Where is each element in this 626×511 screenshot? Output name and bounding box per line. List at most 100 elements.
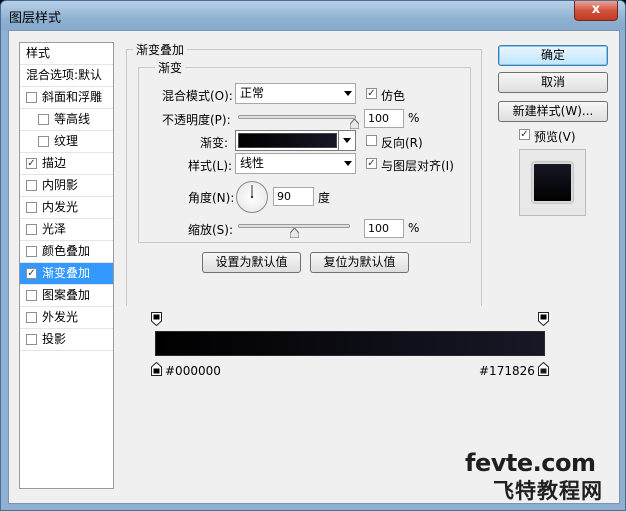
reverse-checkbox[interactable] — [366, 135, 377, 146]
angle-value: 90 — [277, 190, 291, 203]
dither-label: 仿色 — [381, 89, 406, 103]
gradient-label: 渐变: — [200, 136, 229, 150]
watermark-site-name: 飞特教程网 — [493, 479, 603, 503]
style-list-item-contour[interactable]: 等高线 — [20, 109, 113, 131]
style-list-checkbox[interactable] — [38, 114, 49, 125]
title-bar[interactable]: 图层样式 x — [1, 1, 625, 30]
dither-checkbox[interactable]: ✓ — [366, 88, 377, 99]
chevron-down-icon — [344, 161, 352, 166]
opacity-stop-right[interactable] — [538, 312, 549, 326]
scale-unit: % — [408, 221, 420, 235]
preview-checkbox[interactable]: ✓ — [519, 129, 530, 140]
style-list-checkbox[interactable] — [38, 136, 49, 147]
opacity-value: 100 — [368, 112, 389, 125]
color-stop-right[interactable] — [538, 362, 549, 376]
gradient-style-value: 线性 — [240, 156, 265, 170]
align-with-layer-checkbox[interactable]: ✓ — [366, 158, 377, 169]
style-list-item-label: 样式 — [26, 46, 51, 60]
style-list-item-styles[interactable]: 样式 — [20, 43, 113, 65]
reverse-label: 反向(R) — [381, 136, 423, 150]
make-default-button[interactable]: 设置为默认值 — [202, 252, 301, 273]
ok-button[interactable]: 确定 — [498, 45, 608, 66]
style-list-item-inner-shadow[interactable]: 内阴影 — [20, 175, 113, 197]
gradient-preview-swatch[interactable] — [238, 133, 337, 148]
opacity-stop-left[interactable] — [151, 312, 162, 326]
style-list-checkbox[interactable] — [26, 334, 37, 345]
blend-mode-select[interactable]: 正常 — [235, 83, 356, 104]
style-preview — [519, 149, 586, 216]
checkmark-icon: ✓ — [367, 158, 376, 169]
scale-input[interactable]: 100 — [364, 219, 404, 238]
opacity-slider-thumb[interactable] — [350, 119, 359, 129]
checkmark-icon: ✓ — [367, 88, 376, 99]
opacity-input[interactable]: 100 — [364, 109, 404, 128]
start-color-label: #000000 — [165, 364, 221, 378]
style-list-item-label: 投影 — [42, 332, 67, 346]
style-list-checkbox[interactable] — [26, 202, 37, 213]
style-list-item-label: 光泽 — [42, 222, 67, 236]
style-list-item-label: 等高线 — [54, 112, 91, 126]
style-list-checkbox[interactable] — [26, 312, 37, 323]
chevron-down-icon — [344, 91, 352, 96]
angle-input[interactable]: 90 — [273, 187, 314, 206]
cancel-button[interactable]: 取消 — [498, 72, 608, 93]
watermark-site: fevte.com — [465, 449, 596, 477]
end-color-label: #171826 — [479, 364, 535, 378]
scale-slider-thumb[interactable] — [290, 228, 299, 238]
chevron-down-icon — [343, 138, 351, 143]
preview-label: 预览(V) — [534, 130, 576, 144]
style-list-checkbox[interactable] — [26, 246, 37, 257]
gradient-dropdown-button[interactable] — [338, 131, 355, 150]
opacity-unit: % — [408, 111, 420, 125]
style-list-checkbox[interactable] — [26, 92, 37, 103]
angle-dial-needle-icon — [250, 185, 254, 199]
style-list-item-label: 内阴影 — [42, 178, 79, 192]
color-stop-left[interactable] — [151, 362, 162, 376]
style-list-item-stroke[interactable]: ✓ 描边 — [20, 153, 113, 175]
style-list-checkbox[interactable]: ✓ — [26, 268, 37, 279]
style-list-item-drop-shadow[interactable]: 投影 — [20, 329, 113, 351]
style-list-item-outer-glow[interactable]: 外发光 — [20, 307, 113, 329]
style-list-item-label: 混合选项:默认 — [26, 68, 103, 82]
checkmark-icon: ✓ — [520, 129, 529, 140]
layer-style-dialog: 图层样式 x 样式混合选项:默认斜面和浮雕等高线纹理 ✓ 描边内阴影内发光光泽颜色叠… — [0, 0, 626, 511]
style-list-item-label: 纹理 — [54, 134, 79, 148]
reset-default-button[interactable]: 复位为默认值 — [310, 252, 409, 273]
style-list-item-label: 斜面和浮雕 — [42, 90, 103, 104]
style-list-checkbox[interactable] — [26, 224, 37, 235]
opacity-label: 不透明度(P): — [162, 113, 231, 127]
window-title: 图层样式 — [9, 11, 62, 26]
gradient-style-select[interactable]: 线性 — [235, 153, 356, 174]
style-list-item-satin[interactable]: 光泽 — [20, 219, 113, 241]
style-list-item-texture[interactable]: 纹理 — [20, 131, 113, 153]
style-list-checkbox[interactable] — [26, 290, 37, 301]
gradient-overlay-title: 渐变叠加 — [133, 41, 188, 58]
style-list-checkbox[interactable]: ✓ — [26, 158, 37, 169]
opacity-slider-track[interactable] — [238, 115, 356, 119]
style-list-item-bevel-emboss[interactable]: 斜面和浮雕 — [20, 87, 113, 109]
blend-mode-label: 混合模式(O): — [162, 89, 233, 103]
style-list-checkbox[interactable] — [26, 180, 37, 191]
angle-label: 角度(N): — [188, 191, 235, 205]
gradient-bar[interactable] — [155, 331, 545, 356]
style-list: 样式混合选项:默认斜面和浮雕等高线纹理 ✓ 描边内阴影内发光光泽颜色叠加 ✓ 渐变叠加图… — [19, 42, 114, 489]
scale-label: 缩放(S): — [188, 223, 234, 237]
style-list-item-label: 渐变叠加 — [42, 266, 91, 280]
blend-mode-value: 正常 — [240, 86, 265, 100]
dialog-client-area: 样式混合选项:默认斜面和浮雕等高线纹理 ✓ 描边内阴影内发光光泽颜色叠加 ✓ 渐变叠加图… — [8, 30, 620, 504]
close-button[interactable]: x — [574, 1, 618, 21]
style-list-item-gradient-overlay[interactable]: ✓ 渐变叠加 — [20, 263, 113, 285]
align-with-layer-label: 与图层对齐(I) — [381, 159, 454, 173]
style-list-item-inner-glow[interactable]: 内发光 — [20, 197, 113, 219]
style-label: 样式(L): — [188, 159, 233, 173]
gradient-group-title: 渐变 — [155, 59, 186, 76]
new-style-button[interactable]: 新建样式(W)... — [498, 101, 608, 122]
style-list-item-label: 内发光 — [42, 200, 79, 214]
style-list-item-color-overlay[interactable]: 颜色叠加 — [20, 241, 113, 263]
style-list-item-label: 图案叠加 — [42, 288, 91, 302]
gradient-picker[interactable] — [235, 130, 356, 151]
style-list-item-label: 颜色叠加 — [42, 244, 91, 258]
style-list-item-pattern-overlay[interactable]: 图案叠加 — [20, 285, 113, 307]
angle-dial[interactable] — [236, 181, 268, 213]
style-list-item-blending-options[interactable]: 混合选项:默认 — [20, 65, 113, 87]
